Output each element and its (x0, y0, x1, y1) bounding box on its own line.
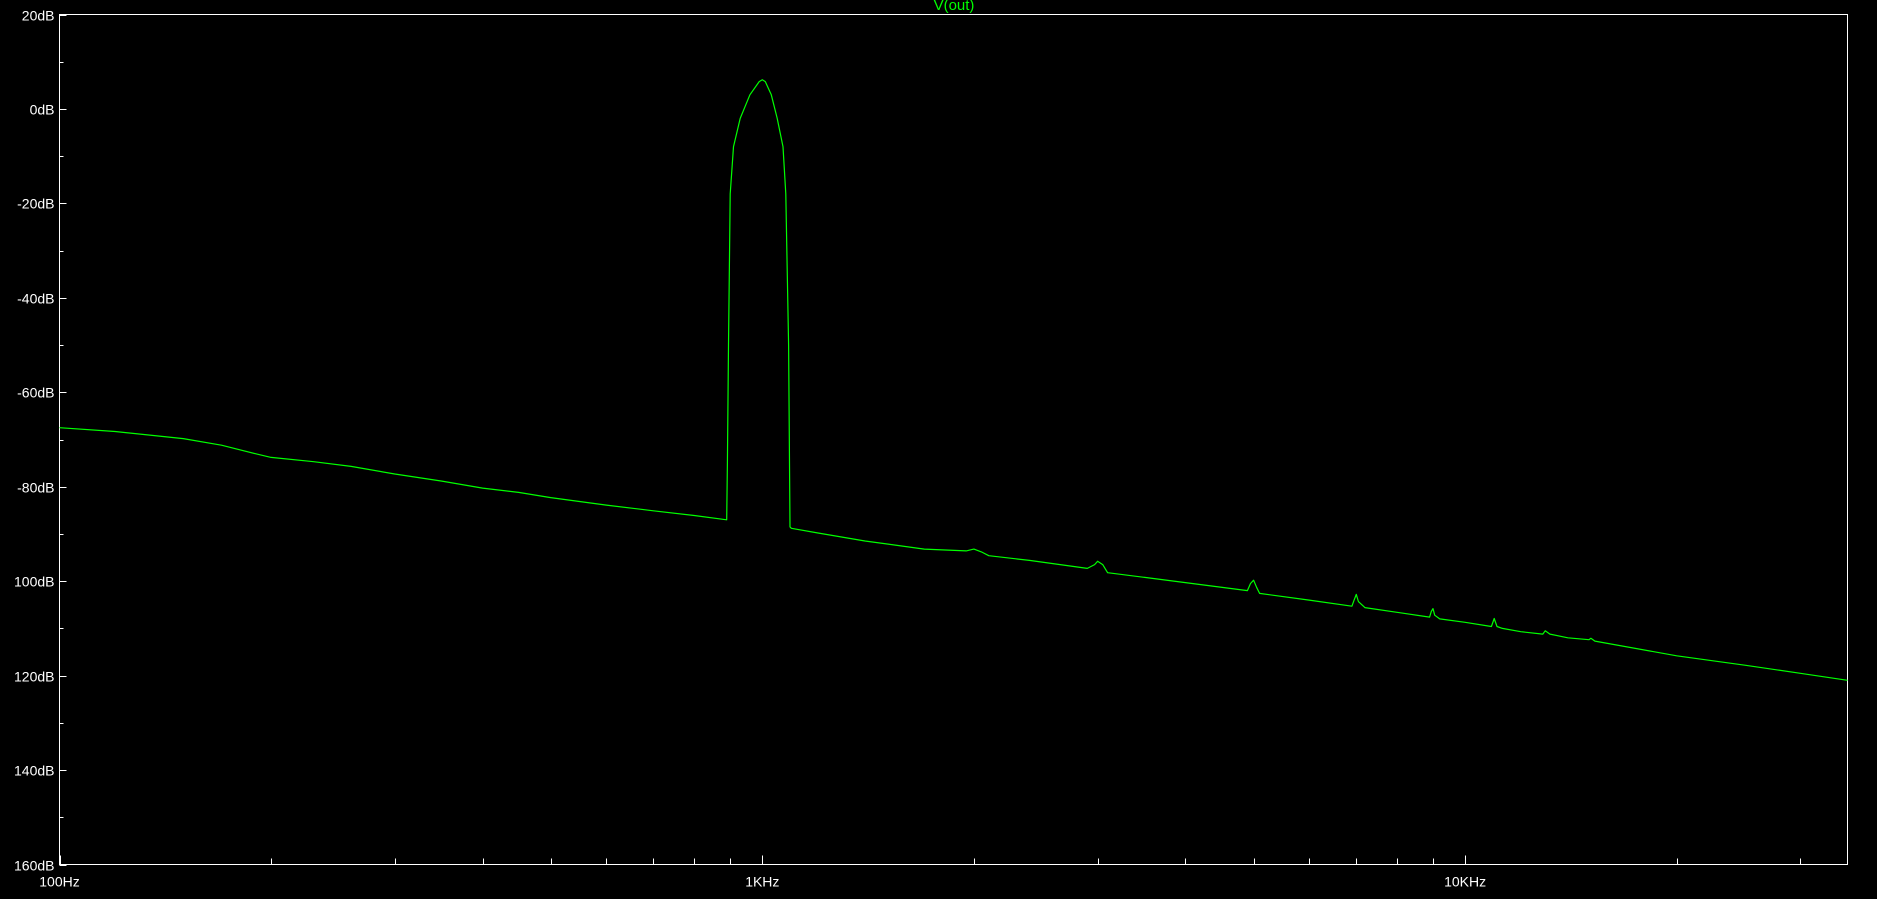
y-tick-label: 160dB (14, 858, 54, 874)
y-axis: 20dB 0dB -20dB -40dB -60dB -80dB 100dB 120dB 140… (14, 8, 67, 874)
x-tick-label: 100Hz (39, 874, 79, 890)
y-tick-label: 140dB (14, 763, 54, 779)
x-axis: 100Hz 1KHz 10KHz (39, 855, 1801, 890)
y-tick-label: -40dB (17, 291, 54, 307)
y-tick-label: 20dB (22, 8, 55, 24)
x-tick-label: 10KHz (1444, 874, 1486, 890)
trace-title[interactable]: V(out) (934, 0, 975, 14)
y-tick-label: -60dB (17, 385, 54, 401)
y-tick-label: -20dB (17, 196, 54, 212)
traces (59, 79, 1848, 681)
y-tick-label: 0dB (30, 102, 55, 118)
x-tick-label: 1KHz (745, 874, 779, 890)
y-tick-label: 100dB (14, 574, 54, 590)
plot-frame (59, 14, 1848, 865)
trace-v-out (59, 79, 1848, 681)
spectrum-chart: V(out) 20dB 0dB -20dB -40dB -60dB -80dB 100dB 1… (14, 0, 1848, 890)
y-tick-label: -80dB (17, 480, 54, 496)
waveform-viewer: V(out) 20dB 0dB -20dB -40dB -60dB -80dB 100dB 1… (0, 0, 1877, 894)
y-tick-label: 120dB (14, 669, 54, 685)
